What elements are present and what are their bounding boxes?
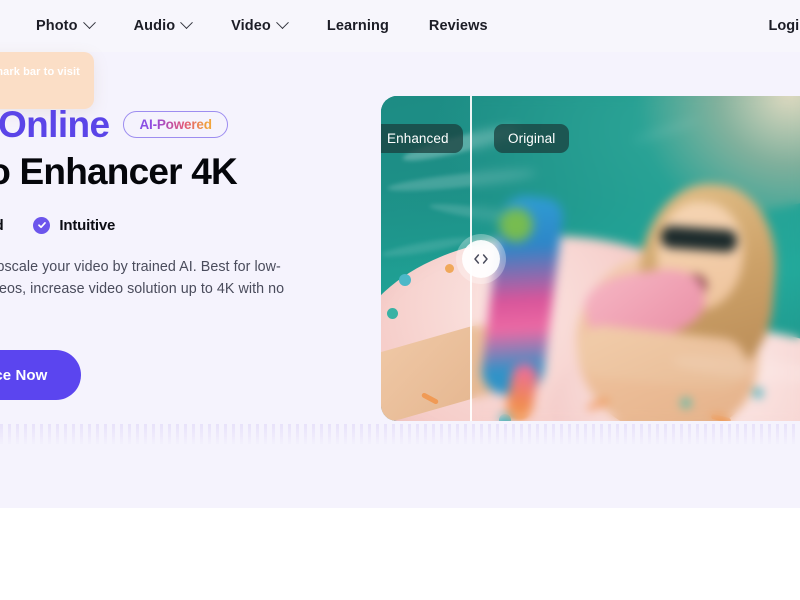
page-title-line-2: Video Enhancer 4K [0, 151, 238, 193]
page-title-line-1: New Online AI-Powered [0, 104, 334, 145]
login-link[interactable]: Login [769, 18, 800, 34]
feature-ai-based: AI-Based [0, 217, 4, 234]
decorative-wave-strip [0, 424, 800, 444]
nav-item-learning-label: Learning [326, 18, 389, 34]
chevron-down-icon [276, 15, 289, 29]
nav-item-audio-label: Audio [133, 18, 176, 34]
nav-item-video-label: Video [231, 18, 271, 34]
ai-powered-badge: AI-Powered [123, 111, 228, 139]
check-circle-icon [33, 216, 51, 234]
feature-list: AI-Based Intuitive [0, 216, 334, 234]
hero-copy: New Online AI-Powered Video Enhancer 4K … [0, 104, 334, 401]
nav-actions: Login [769, 0, 800, 52]
nav-item-audio[interactable]: Audio [133, 15, 194, 34]
before-after-comparison[interactable]: Enhanced Original [381, 96, 800, 421]
chevron-down-icon [82, 15, 96, 29]
feature-ai-based-label: AI-Based [0, 217, 4, 234]
main-navigation: Photo Audio Video Learning Reviews Logi [0, 0, 800, 52]
bookmark-tooltip: Add to bookmark bar to visit next time! [0, 52, 94, 109]
hero-section: Photo Audio Video Learning Reviews Logi … [0, 0, 800, 508]
nav-item-video[interactable]: Video [231, 15, 289, 34]
nav-item-reviews-label: Reviews [428, 18, 488, 34]
float-sprinkle [387, 308, 398, 319]
hero-description: Repair and upscale your video by trained… [0, 258, 285, 298]
nav-item-photo[interactable]: Photo [36, 15, 96, 34]
float-sprinkle [399, 274, 411, 286]
float-sprinkle [445, 264, 454, 273]
comparison-slider-handle[interactable] [462, 239, 500, 278]
nav-item-reviews[interactable]: Reviews [429, 18, 488, 34]
bookmark-tooltip-text: Add to bookmark bar to visit next time! [0, 66, 80, 78]
page-title-accent-text: New Online [0, 104, 110, 145]
enhanced-label-badge: Enhanced [381, 124, 463, 153]
feature-intuitive-label: Intuitive [59, 216, 116, 234]
left-right-chevrons-icon [471, 253, 491, 265]
feature-intuitive: Intuitive [33, 216, 116, 234]
chevron-down-icon [180, 15, 194, 29]
enhance-now-button[interactable]: Enhance Now [0, 350, 82, 401]
nav-item-photo-label: Photo [36, 18, 78, 34]
nav-item-learning[interactable]: Learning [327, 18, 389, 34]
page-root: Photo Audio Video Learning Reviews Logi … [0, 0, 800, 600]
nav-links: Photo Audio Video Learning Reviews [36, 15, 488, 34]
original-label-badge: Original [494, 124, 570, 153]
